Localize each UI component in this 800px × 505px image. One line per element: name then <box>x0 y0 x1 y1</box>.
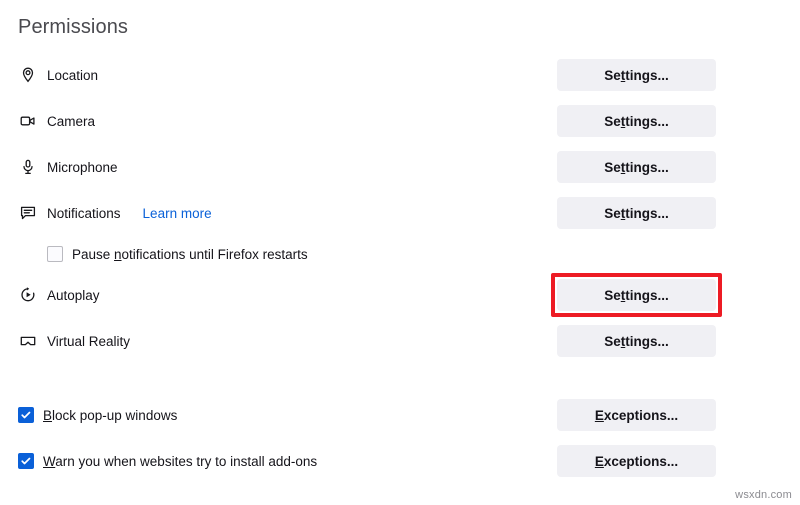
permission-label: Location <box>47 67 99 83</box>
permissions-panel: Location Se t tings... Camera Se t tings... <box>0 52 800 484</box>
section-divider-space <box>0 364 800 392</box>
warn-addons-exceptions-button[interactable]: Exceptions... <box>557 445 716 477</box>
block-popups-exceptions-button[interactable]: Exceptions... <box>557 399 716 431</box>
access-key: n <box>114 246 122 262</box>
microphone-icon <box>19 158 37 176</box>
camera-settings-button[interactable]: Se t tings... <box>557 105 716 137</box>
option-row-warn-addons: Warn you when websites try to install ad… <box>0 438 800 484</box>
notifications-settings-button[interactable]: Se t tings... <box>557 197 716 229</box>
block-popups-checkbox[interactable] <box>18 407 34 423</box>
permission-action-area: Se t tings... <box>540 144 800 190</box>
warn-addons-label: Warn you when websites try to install ad… <box>43 453 318 469</box>
permission-label-group: Microphone <box>0 144 118 190</box>
location-pin-icon <box>19 66 37 84</box>
camera-icon <box>19 112 37 130</box>
block-popups-label: Block pop-up windows <box>43 407 178 423</box>
permission-action-area: Se t tings... <box>540 318 800 364</box>
permission-row-notifications: Notifications Learn more Se t tings... <box>0 190 800 236</box>
vr-headset-icon <box>19 332 37 350</box>
permission-action-area: Se t tings... <box>540 272 800 318</box>
permission-label: Virtual Reality <box>47 333 131 349</box>
pause-notifications-checkbox[interactable] <box>47 246 63 262</box>
permission-action-area: Se t tings... <box>540 52 800 98</box>
location-settings-button[interactable]: Se t tings... <box>557 59 716 91</box>
warn-addons-checkbox[interactable] <box>18 453 34 469</box>
permission-action-area: Se t tings... <box>540 98 800 144</box>
option-action-area: Exceptions... <box>540 392 800 438</box>
permission-row-camera: Camera Se t tings... <box>0 98 800 144</box>
permission-row-virtual-reality: Virtual Reality Se t tings... <box>0 318 800 364</box>
permission-row-autoplay: Autoplay Se t tings... <box>0 272 800 318</box>
virtual-reality-settings-button[interactable]: Se t tings... <box>557 325 716 357</box>
permission-label-group: Virtual Reality <box>0 318 130 364</box>
permission-label: Microphone <box>47 159 118 175</box>
autoplay-settings-button[interactable]: Se t tings... <box>557 279 716 311</box>
access-key: W <box>43 453 56 469</box>
access-key: E <box>594 453 604 469</box>
permission-label-group: Autoplay <box>0 272 100 318</box>
watermark: wsxdn.com <box>735 489 792 501</box>
permission-action-area: Se t tings... <box>540 190 800 236</box>
page-title: Permissions <box>18 16 129 38</box>
permission-label-group: Location <box>0 52 98 98</box>
permission-label: Notifications <box>47 205 121 221</box>
option-action-area: Exceptions... <box>540 438 800 484</box>
pause-notifications-row: Pause notifications until Firefox restar… <box>0 236 800 272</box>
microphone-settings-button[interactable]: Se t tings... <box>557 151 716 183</box>
permission-label-group: Camera <box>0 98 95 144</box>
notification-bubble-icon <box>19 204 37 222</box>
pause-notifications-label: Pause notifications until Firefox restar… <box>72 246 308 262</box>
learn-more-link[interactable]: Learn more <box>143 206 212 221</box>
access-key: E <box>594 407 604 423</box>
permission-row-location: Location Se t tings... <box>0 52 800 98</box>
option-row-block-popups: Block pop-up windows Exceptions... <box>0 392 800 438</box>
access-key: B <box>43 407 53 423</box>
permission-label-group: Notifications Learn more <box>0 190 212 236</box>
permission-row-microphone: Microphone Se t tings... <box>0 144 800 190</box>
permission-label: Camera <box>47 113 96 129</box>
autoplay-icon <box>19 286 37 304</box>
permission-label: Autoplay <box>47 287 100 303</box>
